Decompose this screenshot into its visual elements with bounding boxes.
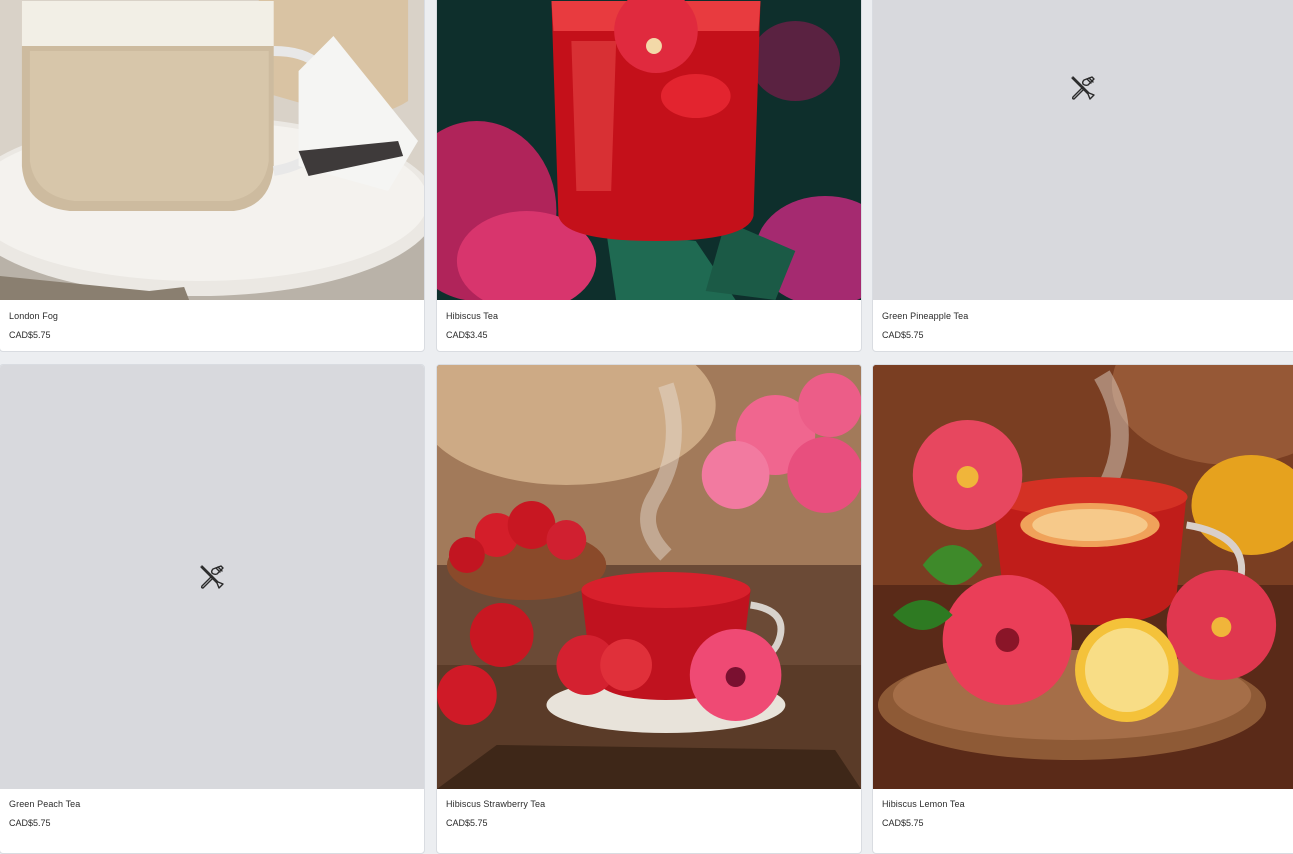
product-price: CAD$5.75 [9, 330, 51, 340]
fork-knife-icon [1070, 76, 1095, 100]
product-name[interactable]: Hibiscus Tea [446, 311, 498, 321]
product-name[interactable]: Hibiscus Strawberry Tea [446, 799, 545, 809]
fork-knife-icon [200, 565, 224, 589]
product-card-green-peach-tea[interactable]: Green Peach Tea CAD$5.75 [0, 364, 425, 854]
product-price: CAD$5.75 [882, 330, 924, 340]
product-card-green-pineapple-tea[interactable]: Green Pineapple Tea CAD$5.75 [872, 0, 1293, 352]
product-price: CAD$5.75 [9, 818, 51, 828]
product-image-london-fog[interactable] [0, 0, 424, 300]
product-image-placeholder[interactable] [0, 365, 424, 789]
product-card-hibiscus-strawberry-tea[interactable]: Hibiscus Strawberry Tea CAD$5.75 [436, 364, 862, 854]
product-image-placeholder[interactable] [873, 0, 1293, 300]
product-price: CAD$5.75 [446, 818, 488, 828]
product-grid: London Fog CAD$5.75 Hibiscus Tea CAD$3.4… [0, 0, 1293, 854]
product-price: CAD$5.75 [882, 818, 924, 828]
product-name[interactable]: Green Peach Tea [9, 799, 80, 809]
product-price: CAD$3.45 [446, 330, 488, 340]
product-image-hibiscus-lemon-tea[interactable] [873, 365, 1293, 789]
product-name[interactable]: Green Pineapple Tea [882, 311, 968, 321]
product-image-hibiscus-tea[interactable] [437, 0, 861, 300]
product-name[interactable]: Hibiscus Lemon Tea [882, 799, 965, 809]
product-name[interactable]: London Fog [9, 311, 58, 321]
product-card-hibiscus-tea[interactable]: Hibiscus Tea CAD$3.45 [436, 0, 862, 352]
product-card-london-fog[interactable]: London Fog CAD$5.75 [0, 0, 425, 352]
product-card-hibiscus-lemon-tea[interactable]: Hibiscus Lemon Tea CAD$5.75 [872, 364, 1293, 854]
product-image-hibiscus-strawberry-tea[interactable] [437, 365, 861, 789]
